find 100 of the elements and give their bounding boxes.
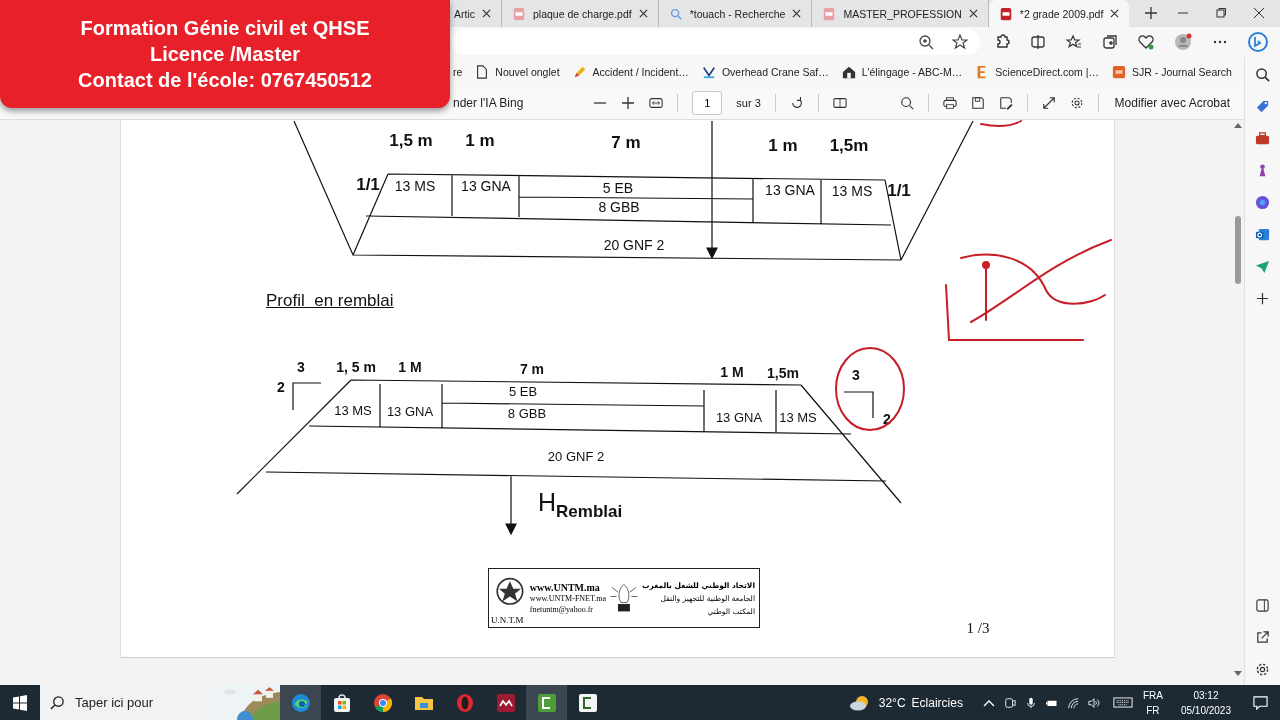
wifi-icon[interactable] [1066, 696, 1079, 709]
dimension-label: 1 m [768, 136, 798, 155]
layer-label: 20 GNF 2 [547, 449, 605, 464]
page-number-field[interactable]: 1 [692, 91, 723, 115]
speaker-icon[interactable] [1087, 696, 1100, 709]
save-as-icon[interactable] [998, 96, 1013, 110]
section-title: Profil en remblai [266, 291, 394, 311]
zoom-icon[interactable] [918, 34, 934, 50]
dimension-label: 1,5m [829, 136, 869, 155]
ring-logo-icon [454, 692, 475, 713]
logo-text: www.UNTM.ma [529, 581, 601, 593]
open-external-icon[interactable] [1255, 630, 1270, 645]
dimension-label: 1 M [398, 359, 422, 375]
circle-logo-icon[interactable] [1255, 195, 1270, 210]
expand-icon[interactable] [1041, 96, 1056, 110]
bookmark-link[interactable]: Accident / Incident… [572, 65, 689, 79]
settings-icon[interactable] [1069, 96, 1084, 110]
windows-start-icon[interactable] [12, 694, 28, 711]
dimension-label: 1, 5 m [336, 359, 376, 375]
layer-label: 8 GBB [598, 199, 640, 215]
layer-label: 5 EB [508, 384, 538, 399]
dots-logo-icon [495, 692, 516, 713]
banner-text: Licence /Master [149, 42, 301, 67]
rotate-icon[interactable] [789, 96, 804, 110]
page-number: 1 /3 [966, 620, 990, 636]
pencil-icon [572, 65, 587, 79]
maximize-icon[interactable] [1216, 8, 1226, 18]
close-icon[interactable] [1110, 9, 1120, 18]
chat-logo-icon[interactable] [1248, 32, 1268, 52]
logo-text: www.UNTM-FNET.ma [529, 592, 607, 604]
avatar-icon[interactable] [1174, 33, 1192, 51]
taskbar-app-button[interactable] [526, 685, 567, 720]
extension-icon[interactable] [994, 34, 1010, 50]
v-logo-icon [701, 65, 716, 79]
pdf-file-icon [822, 6, 837, 21]
weather-text[interactable]: Eclaircies [911, 695, 963, 710]
tag-icon[interactable] [1255, 99, 1270, 114]
address-field[interactable] [452, 29, 980, 55]
taskbar-search-field[interactable]: Taper ici pour [40, 685, 280, 720]
temperature-text[interactable]: 32°C [878, 695, 906, 710]
zoom-in-icon[interactable] [621, 96, 636, 110]
slope-label: 3 [297, 359, 305, 375]
layer-label: 5 EB [602, 180, 634, 196]
bookmark-link[interactable]: Nouvel onglet [475, 65, 560, 79]
microphone-icon[interactable] [1024, 696, 1037, 709]
search-icon[interactable] [1255, 67, 1270, 82]
scrollbar-thumb[interactable] [1234, 216, 1241, 284]
mail-icon[interactable] [1255, 227, 1270, 242]
layer-label: 13 MS [334, 403, 372, 418]
edit-button[interactable]: Modifier avec Acrobat [1112, 93, 1232, 113]
star-icon[interactable] [952, 34, 968, 50]
tricolor-circle-icon [372, 692, 393, 713]
slope-label: 2 [277, 379, 285, 395]
bookmark-link[interactable]: L'élingage - ABC-M… [841, 65, 963, 79]
tab-title: MASTER_PROFESSION [843, 7, 962, 20]
close-icon[interactable] [1254, 8, 1264, 18]
keyboard-layout-text[interactable]: FR [1146, 702, 1160, 718]
send-icon[interactable] [1255, 259, 1270, 274]
dimension-label: 1,5m [767, 365, 799, 381]
toolbar-label[interactable]: nder l'IA Bing [453, 96, 524, 110]
tab-title: Artic [454, 7, 475, 20]
layer-label: 8 GBB [507, 406, 547, 421]
split-screen-icon[interactable] [1030, 34, 1046, 50]
keyboard-icon[interactable] [1112, 696, 1133, 709]
close-icon[interactable] [638, 9, 648, 18]
layer-label: 13 MS [394, 178, 436, 194]
clock-date[interactable]: 05/10/2023 [1180, 702, 1231, 718]
scroll-up-icon[interactable] [1233, 122, 1242, 128]
notification-icon[interactable] [1253, 695, 1268, 710]
layer-label: 13 GNA [461, 178, 511, 194]
close-icon[interactable] [792, 9, 802, 18]
fit-width-icon[interactable] [649, 96, 664, 110]
page-view-icon[interactable] [832, 96, 847, 110]
print-icon[interactable] [942, 96, 957, 110]
bookmark-link[interactable]: Overhead Crane Saf… [701, 65, 829, 79]
page-icon [475, 65, 490, 79]
add-icon[interactable] [1255, 291, 1270, 306]
favorites-icon[interactable] [1066, 34, 1082, 50]
heart-pulse-icon[interactable] [1138, 34, 1154, 50]
close-icon[interactable] [482, 9, 491, 18]
sidebar-panel-icon[interactable] [1255, 598, 1270, 613]
layer-label: 13 GNA [765, 182, 815, 198]
scroll-down-icon[interactable] [1233, 671, 1242, 677]
camera-icon[interactable] [1003, 696, 1016, 709]
collections-icon[interactable] [1102, 34, 1118, 50]
browser-tab[interactable]: *2 grade 2009.pdf [988, 0, 1130, 27]
language-text[interactable]: FRA [1142, 687, 1163, 703]
settings-icon[interactable] [1255, 662, 1270, 677]
briefcase-icon[interactable] [1255, 131, 1270, 146]
bookmark-link[interactable]: re [453, 66, 463, 78]
bookmark-link[interactable]: ScienceDirect.com |… [975, 65, 1099, 79]
save-icon[interactable] [970, 96, 985, 110]
search-icon[interactable] [899, 96, 914, 110]
bookmark-link[interactable]: SJR - Journal Search [1112, 65, 1232, 79]
new-tab-icon[interactable] [1145, 7, 1158, 19]
clock-time[interactable]: 03:12 [1193, 687, 1219, 703]
close-icon[interactable] [968, 9, 978, 18]
slope-label: 1/1 [356, 175, 380, 194]
page-count: sur 3 [736, 97, 761, 109]
emblem-text: U.N.T.M [491, 615, 524, 625]
